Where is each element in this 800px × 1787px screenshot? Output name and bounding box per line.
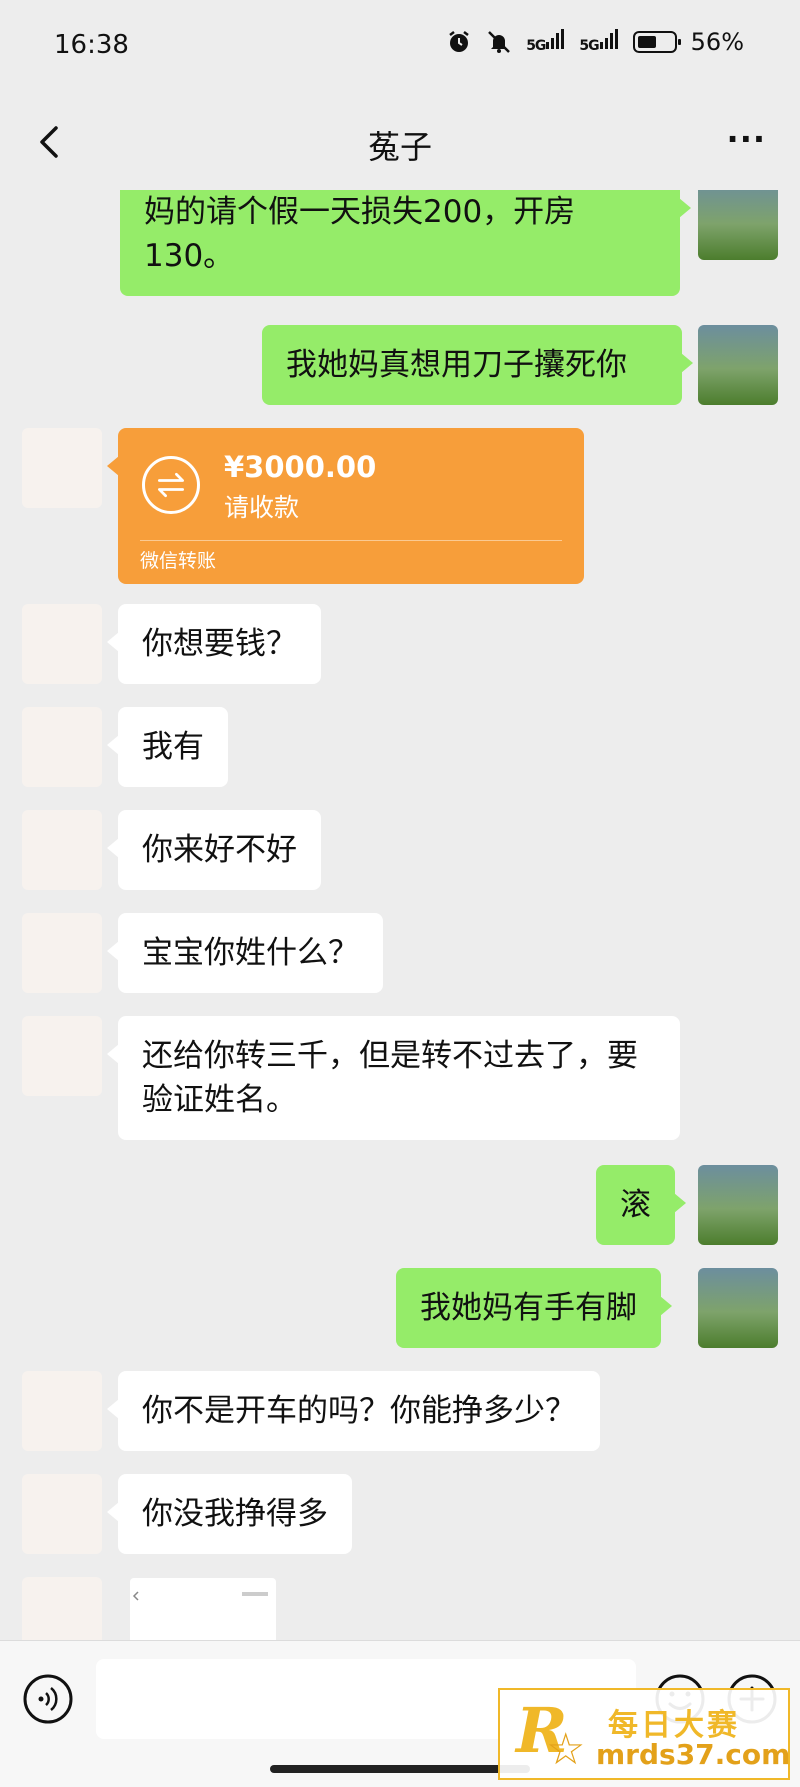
- message-bubble-other[interactable]: 你没我挣得多: [107, 1474, 352, 1554]
- message-bubble-self[interactable]: 滚: [596, 1165, 686, 1245]
- status-icons: 5G 5G 56%: [446, 28, 744, 56]
- star-icon: ☆: [546, 1724, 586, 1775]
- chat-title: 菟子: [367, 128, 432, 166]
- contact-avatar[interactable]: [22, 1016, 102, 1096]
- home-indicator[interactable]: [270, 1765, 530, 1773]
- transfer-status: 请收款: [224, 493, 300, 522]
- message-text: 你不是开车的吗？你能挣多少？: [142, 1393, 576, 1429]
- message-bubble-other[interactable]: 我有: [107, 707, 228, 787]
- watermark-logo: R ☆ 每日大赛 mrds37.com: [498, 1688, 790, 1780]
- contact-avatar[interactable]: [22, 913, 102, 993]
- message-text: 你来好不好: [142, 832, 297, 868]
- message-text: 你没我挣得多: [142, 1496, 328, 1532]
- message-text: 滚: [620, 1187, 651, 1223]
- self-avatar[interactable]: [698, 1268, 778, 1348]
- message-text: 我她妈有手有脚: [420, 1290, 637, 1326]
- battery-percent: 56%: [690, 28, 744, 56]
- message-text: 宝宝你姓什么？: [142, 935, 359, 971]
- image-message[interactable]: [130, 1578, 276, 1640]
- message-bubble-self[interactable]: 我她妈真想用刀子攮死你: [262, 325, 693, 405]
- transfer-amount: ¥3000.00: [224, 450, 377, 484]
- self-avatar[interactable]: [698, 325, 778, 405]
- message-bubble-other[interactable]: 宝宝你姓什么？: [107, 913, 383, 993]
- status-time: 16:38: [54, 30, 129, 60]
- mute-bell-icon: [488, 31, 511, 53]
- message-bubble-self[interactable]: 妈的请个假一天损失200，开房130。: [120, 190, 691, 296]
- more-options-icon[interactable]: ···: [727, 120, 766, 158]
- message-bubble-other[interactable]: 你不是开车的吗？你能挣多少？: [107, 1371, 600, 1451]
- signal-1-icon: 5G: [526, 28, 565, 56]
- message-text: 还给你转三千，但是转不过去了，要验证姓名。: [142, 1038, 638, 1118]
- battery-icon: [632, 31, 681, 53]
- message-bubble-self[interactable]: 我她妈有手有脚: [396, 1268, 672, 1348]
- transfer-divider: [140, 540, 562, 541]
- message-bubble-other[interactable]: 还给你转三千，但是转不过去了，要验证姓名。: [107, 1016, 680, 1140]
- watermark-url: mrds37.com: [596, 1738, 791, 1771]
- battery-fill: [637, 36, 656, 48]
- contact-avatar[interactable]: [22, 707, 102, 787]
- contact-avatar[interactable]: [22, 604, 102, 684]
- message-text: 你想要钱？: [142, 626, 297, 662]
- alarm-icon: [449, 31, 469, 52]
- chat-area[interactable]: 妈的请个假一天损失200，开房130。 我她妈真想用刀子攮死你 ¥3000.00…: [0, 190, 800, 1640]
- contact-avatar[interactable]: [22, 810, 102, 890]
- image-thumbnail-icon: [132, 1591, 268, 1601]
- message-bubble-other[interactable]: 你想要钱？: [107, 604, 321, 684]
- self-avatar[interactable]: [698, 190, 778, 260]
- status-bar: 16:38 5G 5G 56%: [0, 0, 800, 96]
- voice-input-icon[interactable]: [22, 1673, 74, 1725]
- network-type-2: 5G: [579, 38, 599, 54]
- nav-bar: 菟子 ···: [0, 96, 800, 190]
- transfer-card[interactable]: ¥3000.00 请收款 微信转账: [107, 428, 584, 584]
- transfer-footer: 微信转账: [140, 550, 217, 572]
- message-text: 我她妈真想用刀子攮死你: [286, 347, 627, 383]
- network-type-1: 5G: [526, 38, 546, 54]
- signal-2-icon: 5G: [579, 28, 618, 56]
- transfer-arrows-icon: [142, 456, 200, 514]
- contact-avatar[interactable]: [22, 428, 102, 508]
- message-text: 我有: [142, 729, 204, 765]
- message-text: 妈的请个假一天损失200，开房130。: [144, 194, 576, 274]
- contact-avatar[interactable]: [22, 1474, 102, 1554]
- self-avatar[interactable]: [698, 1165, 778, 1245]
- contact-avatar[interactable]: [22, 1371, 102, 1451]
- contact-avatar[interactable]: [22, 1577, 102, 1640]
- message-bubble-other[interactable]: 你来好不好: [107, 810, 321, 890]
